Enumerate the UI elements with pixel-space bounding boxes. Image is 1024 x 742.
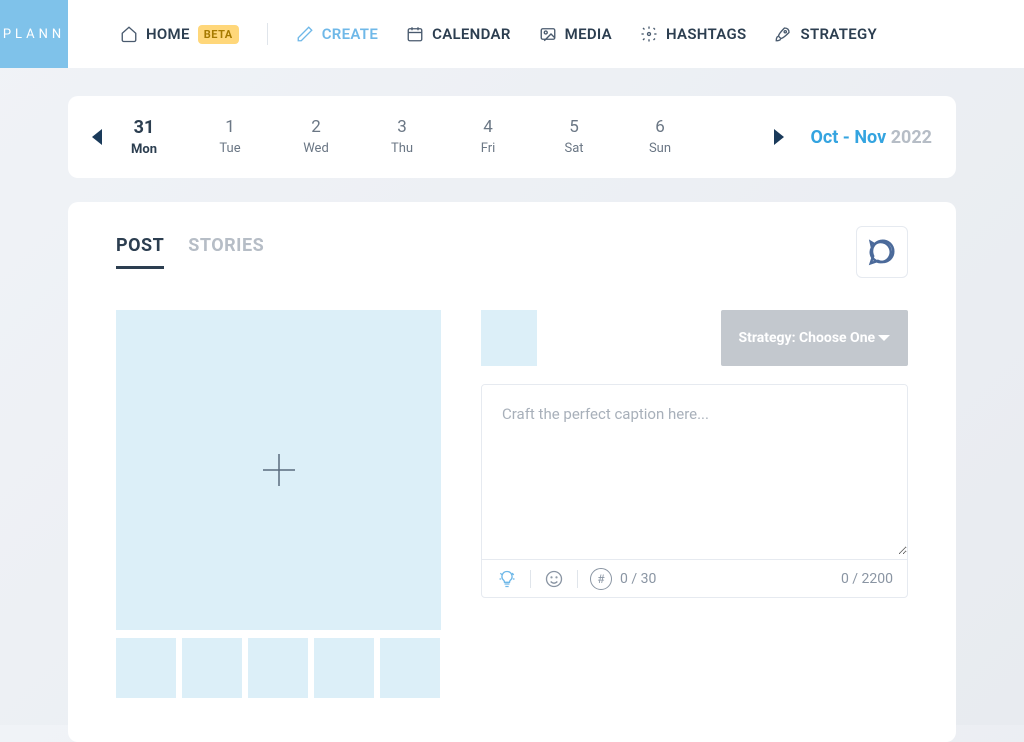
day-mon[interactable]: 31 Mon: [130, 117, 158, 157]
day-sun[interactable]: 6 Sun: [646, 117, 674, 157]
thumbnail-slot[interactable]: [116, 638, 176, 698]
composer-card: POST STORIES: [68, 202, 956, 742]
day-name: Wed: [303, 141, 329, 156]
caption-toolbar: # 0 / 30 0 / 2200: [482, 559, 907, 597]
day-name: Mon: [131, 142, 157, 157]
chat-icon: [867, 237, 897, 267]
week-year: 2022: [891, 127, 932, 148]
top-nav: PLANN HOME BETA CREATE CALENDAR MED: [0, 0, 1024, 68]
day-wed[interactable]: 2 Wed: [302, 117, 330, 157]
day-fri[interactable]: 4 Fri: [474, 117, 502, 157]
day-num: 4: [483, 117, 493, 137]
caption-textarea[interactable]: [482, 385, 907, 555]
chevron-down-icon: [878, 335, 890, 341]
emoji-icon: [544, 569, 564, 589]
hashtag-icon: [640, 25, 658, 43]
composer-tabs: POST STORIES: [116, 235, 264, 269]
day-num: 6: [655, 117, 665, 137]
thumbnail-slot[interactable]: [248, 638, 308, 698]
media-icon: [539, 25, 557, 43]
account-selector[interactable]: [481, 310, 537, 366]
logo: PLANN: [0, 0, 68, 68]
day-num: 1: [225, 117, 235, 137]
pencil-icon: [296, 25, 314, 43]
lightbulb-icon: [497, 569, 517, 589]
week-range: Oct - Nov: [810, 127, 886, 148]
day-name: Sun: [649, 141, 671, 156]
hash-icon: #: [590, 568, 612, 590]
nav-strategy[interactable]: STRATEGY: [774, 25, 877, 43]
nav-create[interactable]: CREATE: [296, 25, 378, 43]
tab-stories[interactable]: STORIES: [188, 235, 264, 269]
thumbnail-slot[interactable]: [380, 638, 440, 698]
hashtag-counter[interactable]: # 0 / 30: [590, 568, 656, 590]
nav-hashtags-label: HASHTAGS: [666, 25, 747, 43]
suggestions-button[interactable]: [496, 568, 518, 590]
day-num: 3: [397, 117, 407, 137]
nav-divider: [267, 23, 268, 45]
plus-icon: [259, 450, 299, 490]
day-tue[interactable]: 1 Tue: [216, 117, 244, 157]
day-thu[interactable]: 3 Thu: [388, 117, 416, 157]
toolbar-divider: [577, 570, 578, 588]
next-week-button[interactable]: [774, 129, 784, 145]
day-num: 31: [134, 117, 155, 138]
day-name: Sat: [564, 141, 583, 156]
chat-button[interactable]: [856, 226, 908, 278]
strategy-dropdown[interactable]: Strategy: Choose One: [721, 310, 909, 366]
day-num: 5: [569, 117, 579, 137]
nav-strategy-label: STRATEGY: [800, 25, 877, 43]
beta-badge: BETA: [198, 25, 239, 44]
tab-post[interactable]: POST: [116, 235, 164, 269]
nav-calendar[interactable]: CALENDAR: [406, 25, 511, 43]
thumbnail-strip: [116, 638, 441, 698]
day-name: Thu: [391, 141, 413, 156]
hashtag-count-label: 0 / 30: [620, 571, 656, 587]
day-num: 2: [311, 117, 321, 137]
day-name: Tue: [219, 141, 240, 156]
home-icon: [120, 25, 138, 43]
nav-home[interactable]: HOME BETA: [120, 25, 239, 44]
nav-media[interactable]: MEDIA: [539, 25, 612, 43]
week-range-label: Oct - Nov 2022: [810, 127, 932, 148]
toolbar-divider: [530, 570, 531, 588]
prev-week-button[interactable]: [92, 129, 102, 145]
nav-home-label: HOME: [146, 25, 190, 43]
caption-editor: # 0 / 30 0 / 2200: [481, 384, 908, 598]
nav-hashtags[interactable]: HASHTAGS: [640, 25, 747, 43]
emoji-button[interactable]: [543, 568, 565, 590]
week-selector: 31 Mon 1 Tue 2 Wed 3 Thu 4 Fri 5 Sat 6 S…: [68, 96, 956, 178]
nav-calendar-label: CALENDAR: [432, 25, 511, 43]
nav-media-label: MEDIA: [565, 25, 612, 43]
char-count-label: 0 / 2200: [841, 571, 893, 587]
media-upload-zone[interactable]: [116, 310, 441, 630]
thumbnail-slot[interactable]: [314, 638, 374, 698]
day-sat[interactable]: 5 Sat: [560, 117, 588, 157]
thumbnail-slot[interactable]: [182, 638, 242, 698]
strategy-dropdown-label: Strategy: Choose One: [739, 330, 876, 346]
day-name: Fri: [481, 141, 496, 156]
rocket-icon: [774, 25, 792, 43]
calendar-icon: [406, 25, 424, 43]
nav-create-label: CREATE: [322, 25, 378, 43]
